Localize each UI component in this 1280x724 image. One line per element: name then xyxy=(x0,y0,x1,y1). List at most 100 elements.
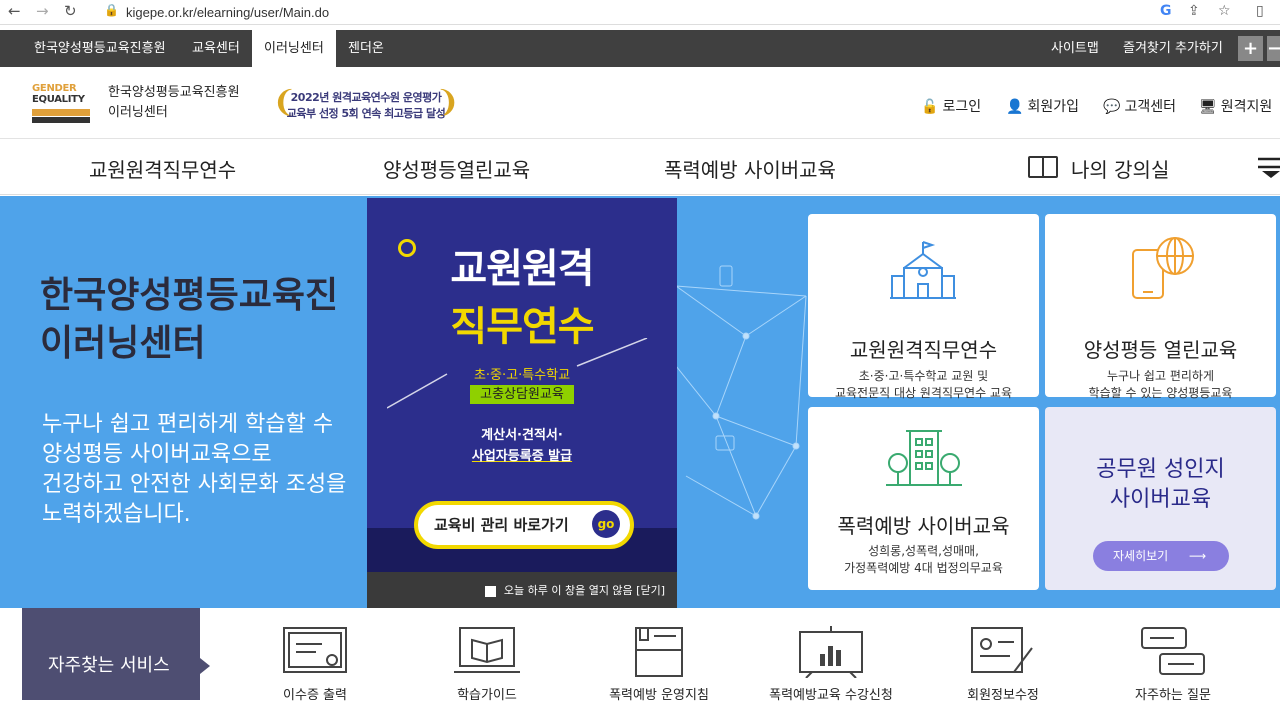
binder-icon xyxy=(635,627,683,677)
service-label: 이수증 출력 xyxy=(283,688,347,703)
dont-show-checkbox[interactable] xyxy=(485,585,497,597)
sidebar-icon[interactable]: ▯ xyxy=(1256,3,1264,19)
hero-desc-line: 건강하고 안전한 사회문화 조성을 xyxy=(42,472,347,497)
arrow-right-icon: ⟶ xyxy=(1189,549,1207,563)
more-button[interactable]: 자세히보기 ⟶ xyxy=(1093,541,1229,571)
go-icon: go xyxy=(592,510,620,538)
card-title: 폭력예방 사이버교육 xyxy=(837,514,1010,538)
tab-genderon[interactable]: 젠더온 xyxy=(336,30,396,67)
chart-board-icon xyxy=(799,626,863,678)
book-icon xyxy=(1028,156,1058,178)
main-navigation: 교원원격직무연수 양성평등열린교육 폭력예방 사이버교육 나의 강의실 xyxy=(0,140,1280,195)
popup-close-link[interactable]: 오늘 하루 이 창을 열지 않음 [닫기] xyxy=(504,584,665,597)
award-badge: ❨ ❩ 2022년 원격교육연수원 운영평가 교육부 선정 5회 연속 최고등급… xyxy=(272,81,460,127)
network-graphic xyxy=(676,265,807,520)
service-course-registration[interactable]: 폭력예방교육 수강신청 xyxy=(756,608,906,703)
service-edit-profile[interactable]: 회원정보수정 xyxy=(928,608,1078,703)
frequent-services: 자주찾는 서비스 이수증 출력 학습가이드 폭력예방 운영지침 폭력예방교육 수… xyxy=(0,608,1280,703)
id-card-pen-icon xyxy=(971,627,1033,673)
card-violence-prevention[interactable]: 폭력예방 사이버교육 성희롱,성폭력,성매매, 가정폭력예방 4대 법정의무교육 xyxy=(808,407,1039,590)
hero-title-line1: 한국양성평등교육진 xyxy=(40,275,339,316)
card-desc: 성희롱,성폭력,성매매, 가정폭력예방 4대 법정의무교육 xyxy=(844,544,1003,575)
school-icon xyxy=(890,241,956,299)
person-icon: 👤 xyxy=(1006,99,1024,115)
fee-management-label: 교육비 관리 바로가기 xyxy=(434,516,569,534)
building-icon xyxy=(886,430,962,486)
share-icon[interactable]: ⇪ xyxy=(1188,3,1200,19)
nav-my-classroom[interactable]: 나의 강의실 xyxy=(1071,154,1169,183)
popup-footer: 오늘 하루 이 창을 열지 않음 [닫기] xyxy=(367,572,677,610)
center-name: 이러닝센터 xyxy=(108,105,168,120)
reload-icon[interactable]: ↻ xyxy=(64,2,77,20)
card-title: 공무원 성인지 사이버교육 xyxy=(1096,457,1225,512)
forward-icon[interactable]: → xyxy=(36,2,49,20)
popup-issue-line2: 사업자등록증 발급 xyxy=(471,449,573,464)
lock-icon[interactable]: 🔒 xyxy=(104,3,119,17)
plus-icon[interactable]: + xyxy=(1238,36,1263,61)
hero-desc-line: 누구나 쉽고 편리하게 학습할 수 xyxy=(42,412,334,437)
login-link[interactable]: 🔓 로그인 xyxy=(921,96,981,116)
sitemap-link[interactable]: 사이트맵 xyxy=(1051,30,1099,67)
card-title: 교원원격직무연수 xyxy=(849,338,998,362)
support-link[interactable]: 💬 고객센터 xyxy=(1103,96,1176,116)
service-label: 폭력예방교육 수강신청 xyxy=(769,688,893,703)
address-bar[interactable]: kigepe.or.kr/elearning/user/Main.do xyxy=(126,5,329,20)
google-icon[interactable]: G xyxy=(1160,3,1172,19)
service-certificate[interactable]: 이수증 출력 xyxy=(240,608,390,703)
remote-support-link[interactable]: 🖥 원격지원 xyxy=(1199,96,1272,116)
card-gender-equality[interactable]: 양성평등 열린교육 누구나 쉽고 편리하게 학습할 수 있는 양성평등교육 xyxy=(1045,214,1276,400)
hero-description: 누구나 쉽고 편리하게 학습할 수 양성평등 사이버교육으로 건강하고 안전한 … xyxy=(42,410,346,530)
bookmark-link[interactable]: 즐겨찾기 추가하기 xyxy=(1123,30,1223,67)
certificate-icon xyxy=(283,627,347,673)
chat-icon: 💬 xyxy=(1103,99,1121,115)
star-icon[interactable]: ☆ xyxy=(1218,3,1231,19)
back-icon[interactable]: ← xyxy=(8,2,21,20)
minus-icon[interactable]: − xyxy=(1267,36,1280,61)
hamburger-icon[interactable] xyxy=(1254,156,1280,178)
popup-tag: 고충상담원교육 xyxy=(470,385,574,404)
card-desc: 초·중·고·특수학교 교원 및 교육전문직 대상 원격직무연수 교육 xyxy=(834,369,1013,400)
service-label: 폭력예방 운영지침 xyxy=(609,688,709,703)
badge-line2: 교육부 선정 5회 연속 최고등급 달성 xyxy=(286,107,446,120)
card-title: 양성평등 열린교육 xyxy=(1083,338,1238,362)
service-label: 자주하는 질문 xyxy=(1135,688,1211,703)
service-label: 학습가이드 xyxy=(457,688,517,703)
phone-globe-icon xyxy=(1132,237,1194,299)
site-name[interactable]: 한국양성평등교육진흥원 이러닝센터 xyxy=(108,83,240,123)
popup-schools: 초·중·고·특수학교 xyxy=(473,368,571,383)
tab-elearning-center[interactable]: 이러닝센터 xyxy=(252,30,336,67)
lock-icon: 🔓 xyxy=(921,99,939,115)
popup-title-line1: 교원원격 xyxy=(450,246,594,292)
logo-line2: EQUALITY xyxy=(32,94,85,105)
monitor-icon: 🖥 xyxy=(1199,99,1217,115)
tab-kigepe[interactable]: 한국양성평등교육진흥원 xyxy=(22,30,178,67)
nav-teacher-training[interactable]: 교원원격직무연수 xyxy=(89,154,236,183)
more-button-label: 자세히보기 xyxy=(1113,549,1169,563)
laptop-book-icon xyxy=(454,627,520,673)
popup-issue-line1: 계산서·견적서· xyxy=(481,428,563,443)
site-header: GENDER EQUALITY 한국양성평등교육진흥원 이러닝센터 ❨ ❩ 20… xyxy=(0,67,1280,139)
hero-desc-line: 노력하겠습니다. xyxy=(42,502,191,527)
hero-title-line2: 이러닝센터 xyxy=(40,323,206,364)
service-label: 회원정보수정 xyxy=(967,688,1039,703)
promo-popup[interactable]: 교원원격 직무연수 초·중·고·특수학교 고충상담원교육 계산서·견적서· 사업… xyxy=(367,198,677,610)
nav-violence-prevention[interactable]: 폭력예방 사이버교육 xyxy=(664,154,836,183)
tab-education-center[interactable]: 교육센터 xyxy=(180,30,252,67)
signup-link[interactable]: 👤 회원가입 xyxy=(1006,96,1079,116)
card-teacher-training[interactable]: 교원원격직무연수 초·중·고·특수학교 교원 및 교육전문직 대상 원격직무연수 … xyxy=(808,214,1039,400)
badge-line1: 2022년 원격교육연수원 운영평가 xyxy=(290,91,442,104)
browser-toolbar: ← → ↻ 🔒 kigepe.or.kr/elearning/user/Main… xyxy=(0,0,1280,25)
gender-equality-logo[interactable]: GENDER EQUALITY xyxy=(32,83,94,125)
service-learning-guide[interactable]: 학습가이드 xyxy=(412,608,562,703)
hero-title: 한국양성평등교육진 이러닝센터 xyxy=(40,272,338,368)
service-operation-guide[interactable]: 폭력예방 운영지침 xyxy=(584,608,734,703)
nav-gender-equality[interactable]: 양성평등열린교육 xyxy=(383,154,530,183)
service-faq[interactable]: 자주하는 질문 xyxy=(1098,608,1248,703)
fee-management-button[interactable]: 교육비 관리 바로가기 go xyxy=(414,501,634,549)
chat-bubbles-icon xyxy=(1141,627,1205,675)
services-label: 자주찾는 서비스 xyxy=(22,608,210,700)
hero-desc-line: 양성평등 사이버교육으로 xyxy=(42,442,272,467)
card-desc: 누구나 쉽고 편리하게 학습할 수 있는 양성평등교육 xyxy=(1088,369,1233,400)
logo-line1: GENDER xyxy=(32,83,77,94)
card-civil-servant-gender[interactable]: 공무원 성인지 사이버교육 자세히보기 ⟶ xyxy=(1045,407,1276,590)
